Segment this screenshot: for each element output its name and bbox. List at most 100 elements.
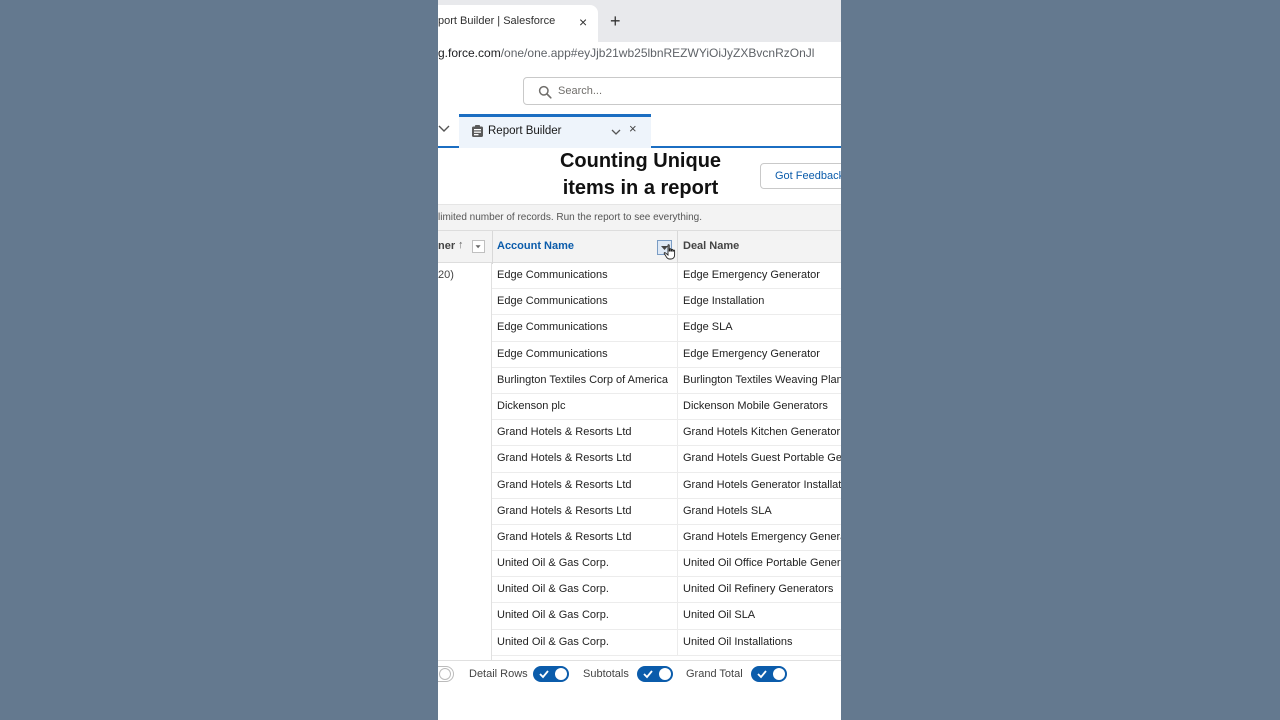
row-counts-toggle[interactable] [438,666,454,682]
cell-divider [677,289,678,315]
cell-deal-name: Grand Hotels Emergency Generators [683,530,841,543]
url-text[interactable]: g.force.com/one/one.app#eyJjb21wb25lbnRE… [438,46,814,60]
table-row[interactable]: United Oil & Gas Corp. United Oil SLA [492,603,841,630]
cell-account-name: Edge Communications [497,269,608,281]
table-row[interactable]: United Oil & Gas Corp. United Oil Office … [492,551,841,578]
cell-account-name: Grand Hotels & Resorts Ltd [497,504,632,517]
detail-rows-toggle[interactable] [533,666,569,682]
report-table: ner ↑ Account Name Deal Name 20) Edge Co… [438,230,841,663]
cell-account-name: Grand Hotels & Resorts Ltd [497,478,632,491]
cell-account-name: United Oil & Gas Corp. [497,635,609,648]
cell-account-name: United Oil & Gas Corp. [497,609,609,622]
cell-divider [677,446,678,472]
url-path: /one/one.app#eyJjb21wb25lbnREZWYiOiJyZXB… [500,46,815,60]
column-menu-button[interactable] [472,240,485,253]
column-divider[interactable] [677,231,678,264]
column-header-deal-name[interactable]: Deal Name [683,240,739,252]
cell-account-name: Edge Communications [497,347,608,360]
cell-divider [677,498,678,524]
subtotals-label: Subtotals [583,668,629,680]
table-row[interactable]: Edge Communications Edge Emergency Genera… [492,341,841,368]
table-row[interactable]: Grand Hotels & Resorts Ltd Grand Hotels G… [492,446,841,473]
close-icon[interactable]: × [629,121,637,136]
tab-report-builder-label: Report Builder [488,125,562,137]
caption-line-1: Counting Unique [559,150,722,172]
cell-deal-name: Burlington Textiles Weaving Plant [683,373,841,386]
cell-account-name: United Oil & Gas Corp. [497,583,609,596]
workspace-tab-bar: Report Builder × [438,112,841,148]
cell-divider [677,603,678,629]
table-row[interactable]: United Oil & Gas Corp. United Oil Install… [492,629,841,656]
table-row[interactable]: Edge Communications Edge Installation [492,289,841,316]
report-icon [472,125,483,137]
cell-divider [677,524,678,551]
cell-deal-name: Dickenson Mobile Generators [683,399,828,412]
table-body: Edge Communications Edge Emergency Genera… [492,263,841,656]
cell-deal-name: Grand Hotels SLA [683,504,772,517]
search-input[interactable] [558,82,808,100]
table-row[interactable]: Grand Hotels & Resorts Ltd Grand Hotels G… [492,472,841,499]
app-header [438,66,841,112]
table-header: ner ↑ Account Name Deal Name [438,230,841,264]
browser-tab[interactable]: port Builder | Salesforce × [438,5,598,42]
cell-divider [677,472,678,498]
cell-deal-name: Edge Installation [683,295,765,308]
chevron-down-icon[interactable] [438,122,450,134]
cell-deal-name: United Oil Installations [683,635,793,648]
toggle-knob [439,668,451,680]
sort-ascending-icon[interactable]: ↑ [458,239,464,251]
cell-deal-name: Grand Hotels Kitchen Generator [683,426,841,439]
table-row[interactable]: Grand Hotels & Resorts Ltd Grand Hotels S… [492,498,841,525]
detail-rows-label: Detail Rows [469,668,528,680]
table-row[interactable]: Dickenson plc Dickenson Mobile Generators [492,393,841,421]
cell-divider [677,341,678,367]
cell-deal-name: United Oil Office Portable Generators [683,557,841,570]
column-header-owner[interactable]: ner [438,240,455,252]
column-header-account-name[interactable]: Account Name [497,240,574,252]
subtotals-toggle[interactable] [637,666,673,682]
checkmark-icon [757,670,767,679]
cell-divider [677,367,678,393]
cell-divider [677,393,678,420]
table-row[interactable]: Grand Hotels & Resorts Ltd Grand Hotels E… [492,524,841,552]
toggle-knob [659,668,671,680]
tab-report-builder[interactable]: Report Builder × [459,114,651,148]
close-tab-icon[interactable]: × [579,12,587,32]
cell-deal-name: Grand Hotels Generator Installations [683,478,841,491]
chevron-down-icon[interactable] [611,127,621,137]
search-icon [538,85,552,99]
search-box[interactable] [523,77,841,105]
grand-total-label: Grand Total [686,668,743,680]
cell-deal-name: Edge SLA [683,321,733,334]
cell-account-name: Edge Communications [497,295,608,308]
browser-tab-strip: port Builder | Salesforce × + [438,0,841,42]
table-row[interactable]: United Oil & Gas Corp. United Oil Refiner… [492,577,841,604]
cell-divider [677,263,678,289]
cell-divider [677,315,678,341]
cell-account-name: Edge Communications [497,321,608,334]
preview-notice-text: limited number of records. Run the repor… [438,212,703,223]
browser-tab-title: port Builder | Salesforce [438,15,556,27]
cell-account-name: Grand Hotels & Resorts Ltd [497,452,632,465]
cell-divider [677,577,678,603]
cell-account-name: Grand Hotels & Resorts Ltd [497,530,632,543]
table-row[interactable]: Burlington Textiles Corp of America Burli… [492,367,841,394]
checkmark-icon [539,670,549,679]
cell-deal-name: Edge Emergency Generator [683,347,820,360]
cell-deal-name: Grand Hotels Guest Portable Generators [683,452,841,465]
cell-divider [677,551,678,577]
table-row[interactable]: Edge Communications Edge SLA [492,315,841,342]
cell-account-name: Burlington Textiles Corp of America [497,373,668,386]
cell-account-name: Dickenson plc [497,399,566,412]
table-row[interactable]: Grand Hotels & Resorts Ltd Grand Hotels K… [492,420,841,447]
table-row[interactable]: Edge Communications Edge Emergency Genera… [492,263,841,290]
video-caption: Counting Unique items in a report [538,148,743,202]
group-record-count: 20) [438,269,454,281]
toggle-knob [773,668,785,680]
grand-total-toggle[interactable] [751,666,787,682]
column-divider[interactable] [492,231,493,264]
new-tab-button[interactable]: + [610,11,621,31]
address-bar[interactable]: g.force.com/one/one.app#eyJjb21wb25lbnRE… [438,42,841,66]
hand-cursor-icon [663,244,676,260]
feedback-button[interactable]: Got Feedback? [760,163,841,189]
